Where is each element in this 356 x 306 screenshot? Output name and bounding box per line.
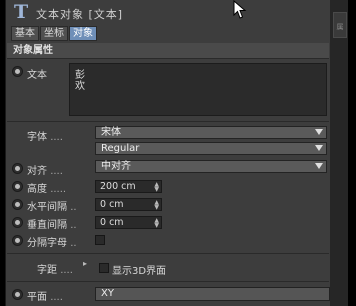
h-spacing-label-text: 水平间隔 <box>27 202 67 213</box>
v-spacing-label: 垂直间隔 .. <box>27 216 77 231</box>
text-input-area[interactable]: 彭 欢 <box>69 63 327 116</box>
height-label: 高度 ..... <box>27 180 66 195</box>
plane-label: 平面 .... <box>27 288 63 303</box>
height-value: 200 cm <box>100 181 136 192</box>
show-3d-label: 显示3D界面 <box>112 266 167 277</box>
side-tab-label[interactable]: 属 <box>334 22 346 42</box>
align-dropdown[interactable]: 中对齐 <box>95 160 327 173</box>
font-label: 字体 .... <box>27 128 63 143</box>
align-animate-radio[interactable] <box>12 163 23 174</box>
font-label-dots: .... <box>50 132 63 143</box>
separate-letters-label-text: 分隔字母 <box>27 238 67 249</box>
v-spacing-label-text: 垂直间隔 <box>27 220 67 231</box>
align-label-text: 对齐 <box>27 166 47 177</box>
plane-dropdown[interactable]: XY <box>95 287 330 301</box>
height-input[interactable]: 200 cm ▲ ▼ <box>95 180 162 193</box>
plane-label-dots: .... <box>50 292 63 303</box>
plane-label-text: 平面 <box>27 292 47 303</box>
window-title: 文本对象 [文本] <box>36 8 124 21</box>
separate-letters-checkbox[interactable] <box>95 235 105 245</box>
h-spacing-value: 0 cm <box>100 199 124 210</box>
expand-arrow-icon[interactable]: ▸ <box>83 259 87 268</box>
v-spacing-label-dots: .. <box>70 220 77 231</box>
v-spacing-value: 0 cm <box>100 217 124 228</box>
kerning-label-text: 字距 <box>37 265 57 276</box>
align-label: 对齐 .... <box>27 162 63 177</box>
divider <box>7 253 329 254</box>
text-line-2: 欢 <box>75 81 85 92</box>
font-family-value: 宋体 <box>101 127 121 138</box>
tab-bar: 基本 坐标 对象 <box>11 26 98 41</box>
kerning-label-dots: .... <box>60 265 73 276</box>
section-header: 对象属性 <box>7 43 329 59</box>
kerning-label[interactable]: 字距 .... <box>37 261 73 276</box>
height-label-dots: ..... <box>50 184 67 195</box>
v-spacing-input[interactable]: 0 cm ▲ ▼ <box>95 216 162 229</box>
font-label-text: 字体 <box>27 132 47 143</box>
divider <box>7 281 329 282</box>
height-animate-radio[interactable] <box>12 181 23 192</box>
side-strip <box>330 0 348 306</box>
divider <box>7 121 329 122</box>
font-family-dropdown[interactable]: 宋体 <box>95 126 327 139</box>
h-spacing-label: 水平间隔 .. <box>27 198 77 213</box>
chevron-down-icon <box>315 145 323 151</box>
separate-letters-label: 分隔字母 .. <box>27 234 77 249</box>
spinner-arrows-icon[interactable]: ▲ ▼ <box>154 200 159 211</box>
align-label-dots: .... <box>50 166 63 177</box>
height-label-text: 高度 <box>27 184 47 195</box>
mouse-cursor-icon <box>233 0 247 19</box>
text-label: 文本 <box>27 70 47 81</box>
text-animate-radio[interactable] <box>12 66 23 77</box>
attribute-manager-window: T 文本对象 [文本] 基本 坐标 对象 对象属性 文本 彭 欢 字体 ....… <box>5 0 331 306</box>
separate-letters-label-dots: .. <box>70 238 77 249</box>
font-style-dropdown[interactable]: Regular <box>95 142 327 155</box>
h-spacing-animate-radio[interactable] <box>12 199 23 210</box>
plane-animate-radio[interactable] <box>12 289 23 300</box>
separate-letters-animate-radio[interactable] <box>12 235 23 246</box>
align-value: 中对齐 <box>101 161 131 172</box>
text-object-icon: T <box>14 1 29 23</box>
attribute-panel: T 文本对象 [文本] 基本 坐标 对象 对象属性 文本 彭 欢 字体 ....… <box>0 0 356 306</box>
tab-object[interactable]: 对象 <box>69 26 97 41</box>
chevron-down-icon <box>315 129 323 135</box>
spinner-arrows-icon[interactable]: ▲ ▼ <box>154 182 159 193</box>
h-spacing-label-dots: .. <box>70 202 77 213</box>
tab-coord[interactable]: 坐标 <box>40 26 68 41</box>
title-bar: T 文本对象 [文本] <box>6 0 331 26</box>
show-3d-checkbox[interactable] <box>99 263 109 273</box>
plane-value: XY <box>101 288 114 299</box>
chevron-down-icon <box>315 163 323 169</box>
tab-basic[interactable]: 基本 <box>11 26 39 41</box>
spinner-arrows-icon[interactable]: ▲ ▼ <box>154 218 159 229</box>
v-spacing-animate-radio[interactable] <box>12 217 23 228</box>
font-style-value: Regular <box>101 143 140 154</box>
h-spacing-input[interactable]: 0 cm ▲ ▼ <box>95 198 162 211</box>
